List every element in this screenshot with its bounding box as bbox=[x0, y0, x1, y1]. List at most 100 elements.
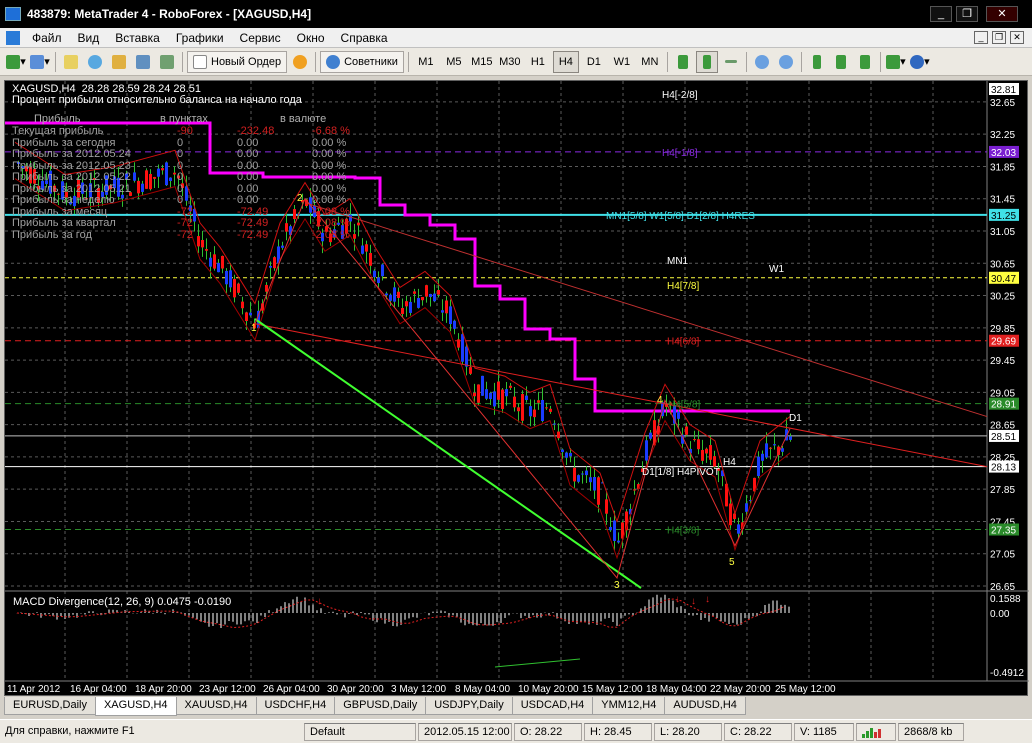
candle-body bbox=[677, 411, 680, 419]
menu-view[interactable]: Вид bbox=[70, 31, 108, 45]
tab-audusd-h4[interactable]: AUDUSD,H4 bbox=[664, 697, 746, 715]
price-scale-label: 31.05 bbox=[990, 227, 1015, 238]
menu-window[interactable]: Окно bbox=[289, 31, 333, 45]
time-axis-label: 30 Apr 20:00 bbox=[327, 684, 384, 695]
tab-ymm12-h4[interactable]: YMM12,H4 bbox=[592, 697, 666, 715]
candle-body bbox=[453, 320, 456, 329]
price-scale-label: 31.85 bbox=[990, 162, 1015, 173]
chart-shift-button[interactable] bbox=[854, 51, 876, 73]
alert-button[interactable] bbox=[289, 51, 311, 73]
menu-charts[interactable]: Графики bbox=[168, 31, 232, 45]
candle-body bbox=[709, 445, 712, 460]
doc-icon[interactable] bbox=[6, 30, 20, 45]
candle-chart-button[interactable] bbox=[695, 50, 718, 73]
menu-help[interactable]: Справка bbox=[333, 31, 396, 45]
strategy-tester-button[interactable] bbox=[156, 51, 178, 73]
tab-usdchf-h4[interactable]: USDCHF,H4 bbox=[255, 697, 336, 715]
profit-row-percent: 0.00 % bbox=[312, 148, 347, 160]
data-window-icon bbox=[88, 54, 102, 69]
tab-xagusd-h4[interactable]: XAGUSD,H4 bbox=[94, 697, 177, 716]
macd-scale-bottom: -0.4912 bbox=[990, 668, 1024, 679]
tf-d1[interactable]: D1 bbox=[581, 51, 607, 73]
candle-body bbox=[361, 245, 364, 254]
minimize-button[interactable]: _ bbox=[930, 6, 952, 22]
tab-eurusd-daily[interactable]: EURUSD,Daily bbox=[4, 697, 96, 715]
price-tag-label: 29.69 bbox=[991, 337, 1016, 348]
price-tag-label: 31.25 bbox=[991, 211, 1016, 222]
status-datetime: 2012.05.15 12:00 bbox=[418, 722, 512, 741]
price-tag-label: 28.51 bbox=[991, 432, 1016, 443]
candle-body bbox=[573, 467, 576, 482]
bar-chart-button[interactable] bbox=[672, 51, 694, 73]
menu-file[interactable]: Файл bbox=[24, 31, 70, 45]
candle-body bbox=[761, 453, 764, 461]
tf-h4[interactable]: H4 bbox=[552, 50, 579, 73]
candle-body bbox=[553, 423, 556, 425]
candle-body bbox=[789, 436, 792, 440]
data-window-button[interactable] bbox=[84, 51, 106, 73]
divergence-arrow: ↓ bbox=[675, 594, 680, 605]
time-axis-label: 25 May 12:00 bbox=[775, 684, 836, 695]
chart-tabs: EURUSD,Daily XAGUSD,H4 XAUUSD,H4 USDCHF,… bbox=[0, 697, 1032, 717]
tf-m15[interactable]: M15 bbox=[469, 51, 495, 73]
mdi-close-icon[interactable]: ✕ bbox=[1010, 31, 1024, 44]
tab-usdcad-h4[interactable]: USDCAD,H4 bbox=[511, 697, 594, 715]
wave-label-3: 3 bbox=[614, 580, 620, 591]
tf-m1[interactable]: M1 bbox=[413, 51, 439, 73]
expert-advisors-button[interactable]: Советники bbox=[320, 50, 404, 73]
autoscroll-button[interactable] bbox=[830, 51, 852, 73]
line-chart-button[interactable] bbox=[720, 51, 742, 73]
tf-mn[interactable]: MN bbox=[637, 51, 663, 73]
zoom-out-button[interactable] bbox=[775, 51, 797, 73]
candle-body bbox=[605, 499, 608, 514]
candle-body bbox=[481, 375, 484, 396]
restore-button[interactable]: ❐ bbox=[956, 6, 978, 22]
label-w1: W1 bbox=[769, 264, 784, 275]
candle-body bbox=[769, 447, 772, 449]
tile-windows-button[interactable] bbox=[806, 51, 828, 73]
advisors-icon bbox=[326, 54, 341, 69]
candle-body bbox=[205, 249, 208, 251]
candle-body bbox=[405, 301, 408, 307]
candle-body bbox=[649, 432, 652, 439]
indicators-button[interactable]: ▾ bbox=[885, 51, 907, 73]
tf-h1[interactable]: H1 bbox=[525, 51, 551, 73]
navigator-button[interactable] bbox=[108, 51, 130, 73]
candle-body bbox=[389, 294, 392, 301]
close-button[interactable]: ✕ bbox=[986, 6, 1018, 22]
tf-m30[interactable]: M30 bbox=[497, 51, 523, 73]
menu-tools[interactable]: Сервис bbox=[232, 31, 289, 45]
tf-w1[interactable]: W1 bbox=[609, 51, 635, 73]
periods-button[interactable]: ▾ bbox=[909, 51, 931, 73]
mdi-minimize-icon[interactable]: _ bbox=[974, 31, 988, 44]
market-watch-button[interactable] bbox=[60, 51, 82, 73]
mdi-restore-icon[interactable]: ❐ bbox=[992, 31, 1006, 44]
label-d1-pivot: D1[1/8] H4PIVOT bbox=[642, 467, 720, 478]
tab-xauusd-h4[interactable]: XAUUSD,H4 bbox=[175, 697, 257, 715]
profiles-button[interactable]: ▾ bbox=[29, 51, 51, 73]
candle-body bbox=[645, 440, 648, 461]
candle-body bbox=[765, 443, 768, 458]
zoom-in-button[interactable] bbox=[751, 51, 773, 73]
candle-body bbox=[393, 287, 396, 302]
wave-label-5: 5 bbox=[729, 557, 735, 568]
tf-m5[interactable]: M5 bbox=[441, 51, 467, 73]
new-chart-button[interactable]: ▾ bbox=[5, 51, 27, 73]
tab-gbpusd-daily[interactable]: GBPUSD,Daily bbox=[334, 697, 427, 715]
menu-insert[interactable]: Вставка bbox=[107, 31, 168, 45]
price-tag-label: 30.47 bbox=[991, 274, 1016, 285]
chart-window[interactable]: H4[-2/8] H4[-1/8] MN1[5/8] W1[5/8] D1[2/8]… bbox=[4, 80, 1029, 696]
candle-body bbox=[597, 477, 600, 505]
profit-row-points: -72 bbox=[177, 217, 193, 229]
candle-body bbox=[401, 307, 404, 315]
profit-row-label: Текущая прибыль bbox=[12, 125, 104, 137]
title-bar: 483879: MetaTrader 4 - RoboForex - [XAGU… bbox=[0, 0, 1032, 28]
candle-body bbox=[729, 503, 732, 526]
candle-body bbox=[441, 310, 444, 313]
new-order-button[interactable]: Новый Ордер bbox=[187, 50, 288, 73]
tab-usdjpy-daily[interactable]: USDJPY,Daily bbox=[425, 697, 513, 715]
wave-label-1: 1 bbox=[251, 323, 257, 334]
label-mn1-res: MN1[5/8] W1[5/8] D1[2/8] H4RES bbox=[606, 211, 755, 222]
terminal-button[interactable] bbox=[132, 51, 154, 73]
status-low: L: 28.20 bbox=[654, 722, 722, 741]
